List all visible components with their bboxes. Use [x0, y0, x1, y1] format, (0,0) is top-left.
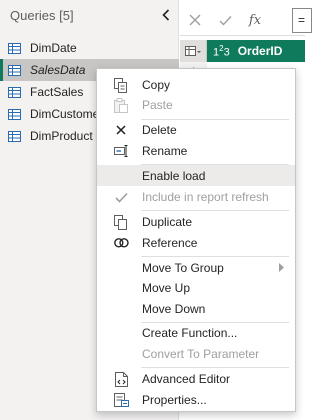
menu-item-label: Convert To Parameter [142, 346, 260, 361]
query-label: DimDate [30, 41, 77, 55]
table-icon [8, 130, 21, 142]
menu-item-properties[interactable]: Properties... [97, 389, 295, 410]
menu-item-label: Properties... [142, 392, 207, 407]
rename-icon [113, 143, 129, 159]
query-label: FactSales [30, 85, 84, 99]
fx-button[interactable]: fx [240, 5, 270, 36]
grid-header: 123 OrderID [180, 40, 305, 62]
cancel-formula-button[interactable] [180, 5, 210, 36]
menu-item-label: Copy [142, 77, 171, 92]
query-label: DimProduct [30, 129, 93, 143]
queries-header: Queries [5] [10, 8, 74, 23]
formula-input[interactable]: = [292, 8, 312, 33]
advanced-editor-icon [113, 371, 129, 387]
menu-item-duplicate[interactable]: Duplicate [97, 211, 295, 232]
reference-icon [113, 235, 129, 251]
chevron-left-icon [162, 9, 170, 21]
check-icon [219, 15, 232, 26]
menu-item-label: Paste [142, 97, 173, 112]
menu-item-rename[interactable]: Rename [97, 140, 295, 161]
menu-item-convert-to-parameter[interactable]: Convert To Parameter [97, 343, 295, 364]
formula-bar: fx = [180, 5, 312, 36]
check-icon [113, 189, 129, 205]
fx-label: fx [248, 12, 262, 28]
context-menu: Copy Paste Delete Rename Enable load Inc… [96, 68, 296, 412]
table-icon [8, 108, 21, 120]
menu-item-paste[interactable]: Paste [97, 94, 295, 115]
query-label: DimCustomer [30, 107, 104, 121]
column-header-label: OrderID [237, 44, 283, 58]
menu-item-advanced-editor[interactable]: Advanced Editor [97, 368, 295, 389]
menu-item-enable-load[interactable]: Enable load [97, 165, 295, 186]
menu-item-label: Move Down [142, 301, 206, 316]
menu-item-label: Create Function... [142, 325, 238, 340]
copy-icon [113, 77, 129, 93]
menu-item-move-to-group[interactable]: Move To Group [97, 257, 295, 278]
menu-item-label: Move Up [142, 280, 191, 295]
commit-formula-button[interactable] [210, 5, 240, 36]
table-icon [8, 42, 21, 54]
chevron-right-icon [279, 263, 284, 272]
column-type-icon[interactable]: 123 [213, 44, 230, 59]
table-menu-icon [185, 45, 201, 56]
menu-item-label: Rename [142, 143, 188, 158]
menu-item-label: Move To Group [142, 260, 224, 275]
close-icon [189, 14, 201, 26]
menu-item-label: Enable load [142, 168, 206, 183]
table-menu-button[interactable] [180, 40, 207, 62]
column-header-orderid[interactable]: 123 OrderID [207, 40, 305, 62]
properties-icon [113, 392, 129, 408]
menu-item-reference[interactable]: Reference [97, 232, 295, 253]
menu-item-copy[interactable]: Copy [97, 74, 295, 95]
table-icon [8, 86, 21, 98]
menu-item-include-in-report-refresh[interactable]: Include in report refresh [97, 186, 295, 207]
menu-item-label: Duplicate [142, 214, 193, 229]
menu-item-create-function[interactable]: Create Function... [97, 322, 295, 343]
query-label: SalesData [30, 63, 86, 77]
menu-item-move-up[interactable]: Move Up [97, 277, 295, 298]
menu-item-label: Delete [142, 122, 177, 137]
menu-item-move-down[interactable]: Move Down [97, 298, 295, 319]
menu-item-label: Reference [142, 235, 198, 250]
collapse-queries-button[interactable] [159, 6, 173, 24]
menu-item-delete[interactable]: Delete [97, 119, 295, 140]
delete-icon [113, 122, 129, 138]
duplicate-icon [113, 214, 129, 230]
paste-icon [113, 97, 129, 113]
menu-item-label: Include in report refresh [142, 189, 269, 204]
menu-item-label: Advanced Editor [142, 371, 231, 386]
table-icon [8, 64, 21, 76]
query-item-dimdate[interactable]: DimDate [0, 37, 179, 59]
